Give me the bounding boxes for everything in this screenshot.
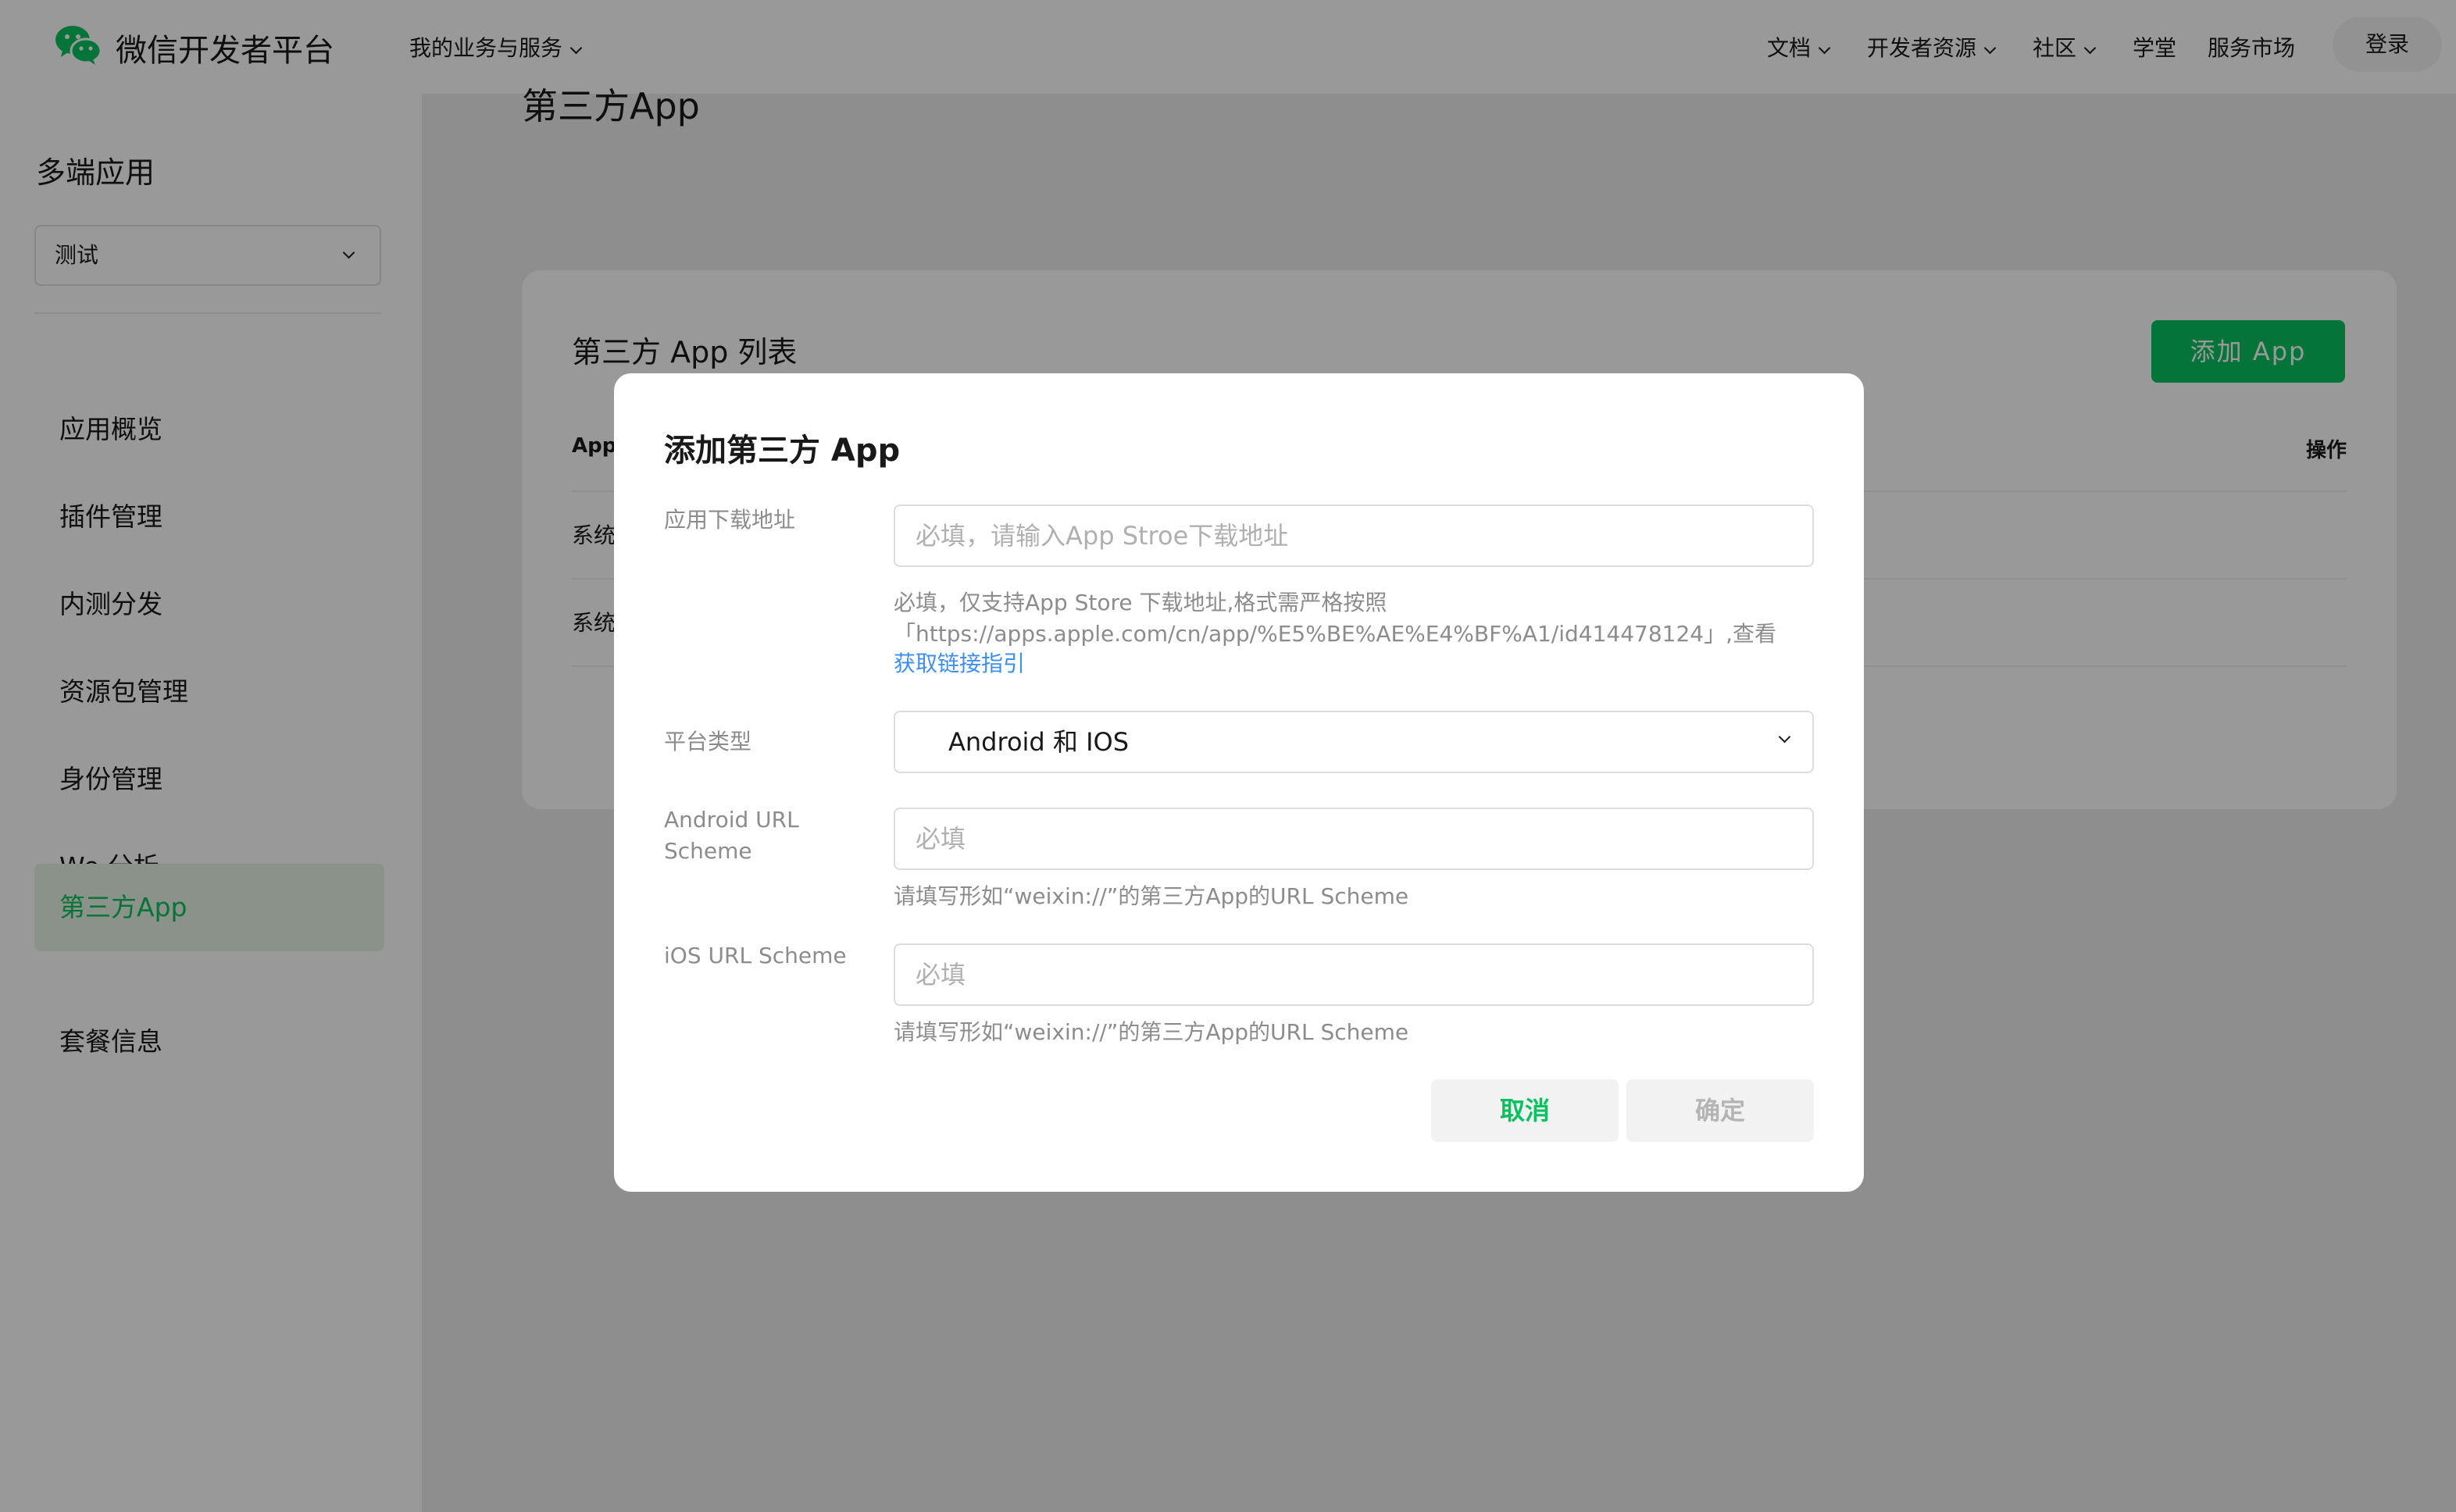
ios-scheme-hint: 请填写形如“weixin://”的第三方App的URL Scheme (894, 1019, 1409, 1045)
android-scheme-hint: 请填写形如“weixin://”的第三方App的URL Scheme (894, 883, 1409, 909)
download-url-input[interactable]: 必填，请输入App Stroe下载地址 (894, 505, 1814, 567)
cancel-button[interactable]: 取消 (1431, 1079, 1619, 1142)
get-link-guide-link[interactable]: 获取链接指引 (894, 648, 1025, 679)
android-scheme-label: Android URL Scheme (664, 807, 799, 864)
ios-scheme-label: iOS URL Scheme (664, 943, 847, 968)
dialog-title: 添加第三方 App (664, 433, 901, 469)
download-url-label: 应用下载地址 (664, 507, 796, 533)
download-url-hint-line2: 「https://apps.apple.com/cn/app/%E5%BE%AE… (894, 621, 1777, 647)
download-url-hint-line1: 必填，仅支持App Store 下载地址,格式需严格按照 (894, 590, 1387, 615)
chevron-down-icon (1778, 730, 1791, 744)
add-app-dialog: 添加第三方 App 应用下载地址 必填，请输入App Stroe下载地址 必填，… (614, 373, 1864, 1192)
android-scheme-input[interactable]: 必填 (894, 808, 1814, 870)
platform-type-select[interactable]: Android 和 IOS (894, 711, 1814, 773)
platform-type-label: 平台类型 (664, 729, 752, 754)
platform-type-value: Android 和 IOS (948, 727, 1130, 757)
ios-scheme-input[interactable]: 必填 (894, 943, 1814, 1006)
confirm-button[interactable]: 确定 (1626, 1079, 1814, 1142)
